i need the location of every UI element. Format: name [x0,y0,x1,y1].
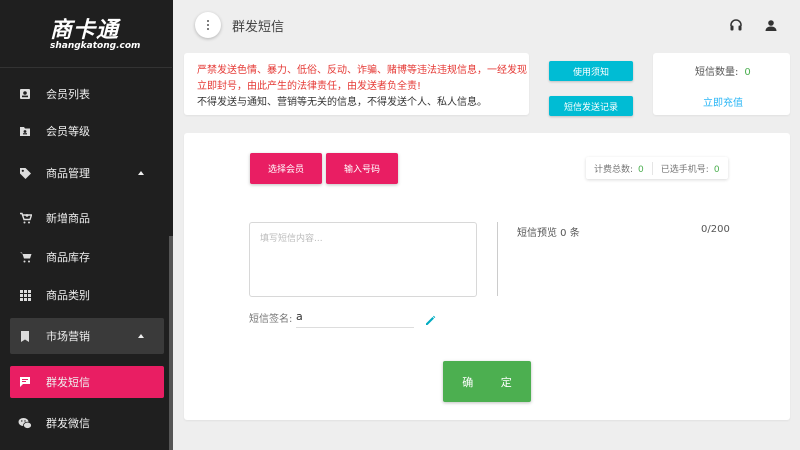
sidebar-item-category[interactable]: 商品类别 [0,277,172,313]
billing-stats: 计费总数: 0 已选手机号: 0 [586,157,728,179]
signature-input[interactable] [296,306,414,328]
selected-phones-value: 0 [713,164,720,175]
member-level-icon [18,124,32,138]
headset-icon[interactable] [729,17,743,31]
sms-icon [18,375,32,389]
recharge-link[interactable]: 立即充值 [703,94,743,109]
sidebar-item-label: 商品类别 [46,289,90,302]
brand-domain: shangkatong.com [50,41,141,51]
sms-content-input[interactable] [249,222,477,297]
sms-records-button[interactable]: 短信发送记录 [549,96,633,116]
selected-phones-label: 已选手机号: [660,164,709,175]
grid-icon [18,288,32,302]
cart-icon [18,250,32,264]
billing-total: 计费总数: 0 [586,162,652,175]
sidebar-item-label: 会员等级 [46,125,90,138]
sidebar-item-label: 群发微信 [46,417,90,430]
sms-preview-label: 短信预览 0 条 [517,228,580,239]
sidebar-item-member-level[interactable]: 会员等级 [0,113,172,149]
add-cart-icon [18,211,32,225]
enter-number-button[interactable]: 输入号码 [326,153,398,184]
sms-count-value: 0 [744,67,751,78]
page-title: 群发短信 [232,20,285,35]
sidebar-item-label: 市场营销 [46,330,90,343]
divider [497,222,498,296]
sidebar: 商卡通 shangkatong.com 会员列表 会员等级 商品管理 新增商品 … [0,0,173,450]
sidebar-item-label: 新增商品 [46,212,90,225]
member-list-icon [18,87,32,101]
sms-count-label: 短信数量: [695,67,739,78]
sidebar-scrollbar[interactable] [169,236,173,450]
sidebar-item-label: 群发短信 [46,376,90,389]
confirm-button[interactable]: 确 定 [443,361,531,402]
user-icon[interactable] [764,17,778,31]
select-member-button[interactable]: 选择会员 [250,153,322,184]
sidebar-item-label: 会员列表 [46,88,90,101]
usage-guide-button[interactable]: 使用须知 [549,61,633,81]
info-text: 不得发送与通知、营销等无关的信息，不得发送个人、私人信息。 [197,97,487,108]
selected-phones: 已选手机号: 0 [651,161,728,175]
signature-label: 短信签名: [249,314,293,325]
more-vert-icon [207,20,209,30]
sidebar-item-label: 商品库存 [46,251,90,264]
sidebar-item-add-product[interactable]: 新增商品 [0,200,172,236]
notice-text: 严禁发送色情、暴力、低俗、反动、诈骗、赌博等违法违规信息，一经发现立即封号，由此… [197,63,527,111]
edit-icon[interactable] [425,311,436,325]
billing-total-value: 0 [638,164,644,175]
warning-text: 严禁发送色情、暴力、低俗、反动、诈骗、赌博等违法违规信息，一经发现立即封号，由此… [197,65,527,92]
sidebar-item-inventory[interactable]: 商品库存 [0,239,172,275]
chevron-up-icon [138,171,144,175]
sidebar-item-label: 商品管理 [46,167,90,180]
sidebar-item-member-list[interactable]: 会员列表 [0,76,172,112]
brand-logo[interactable]: 商卡通 shangkatong.com [0,0,172,68]
sidebar-item-product-management[interactable]: 商品管理 [0,155,172,191]
bookmark-icon [18,329,32,343]
more-menu-button[interactable] [195,12,221,38]
sms-count: 短信数量: 0 [695,63,751,78]
brand-name: 商卡通 [50,17,120,43]
billing-total-label: 计费总数: [594,164,634,175]
sidebar-item-group-sms[interactable]: 群发短信 [0,364,172,400]
sidebar-item-marketing[interactable]: 市场营销 [0,318,172,354]
sidebar-item-group-wechat[interactable]: 群发微信 [0,405,172,441]
wechat-icon [18,416,32,430]
tag-icon [18,166,32,180]
chevron-up-icon [138,334,144,338]
char-counter: 0/200 [701,224,730,235]
